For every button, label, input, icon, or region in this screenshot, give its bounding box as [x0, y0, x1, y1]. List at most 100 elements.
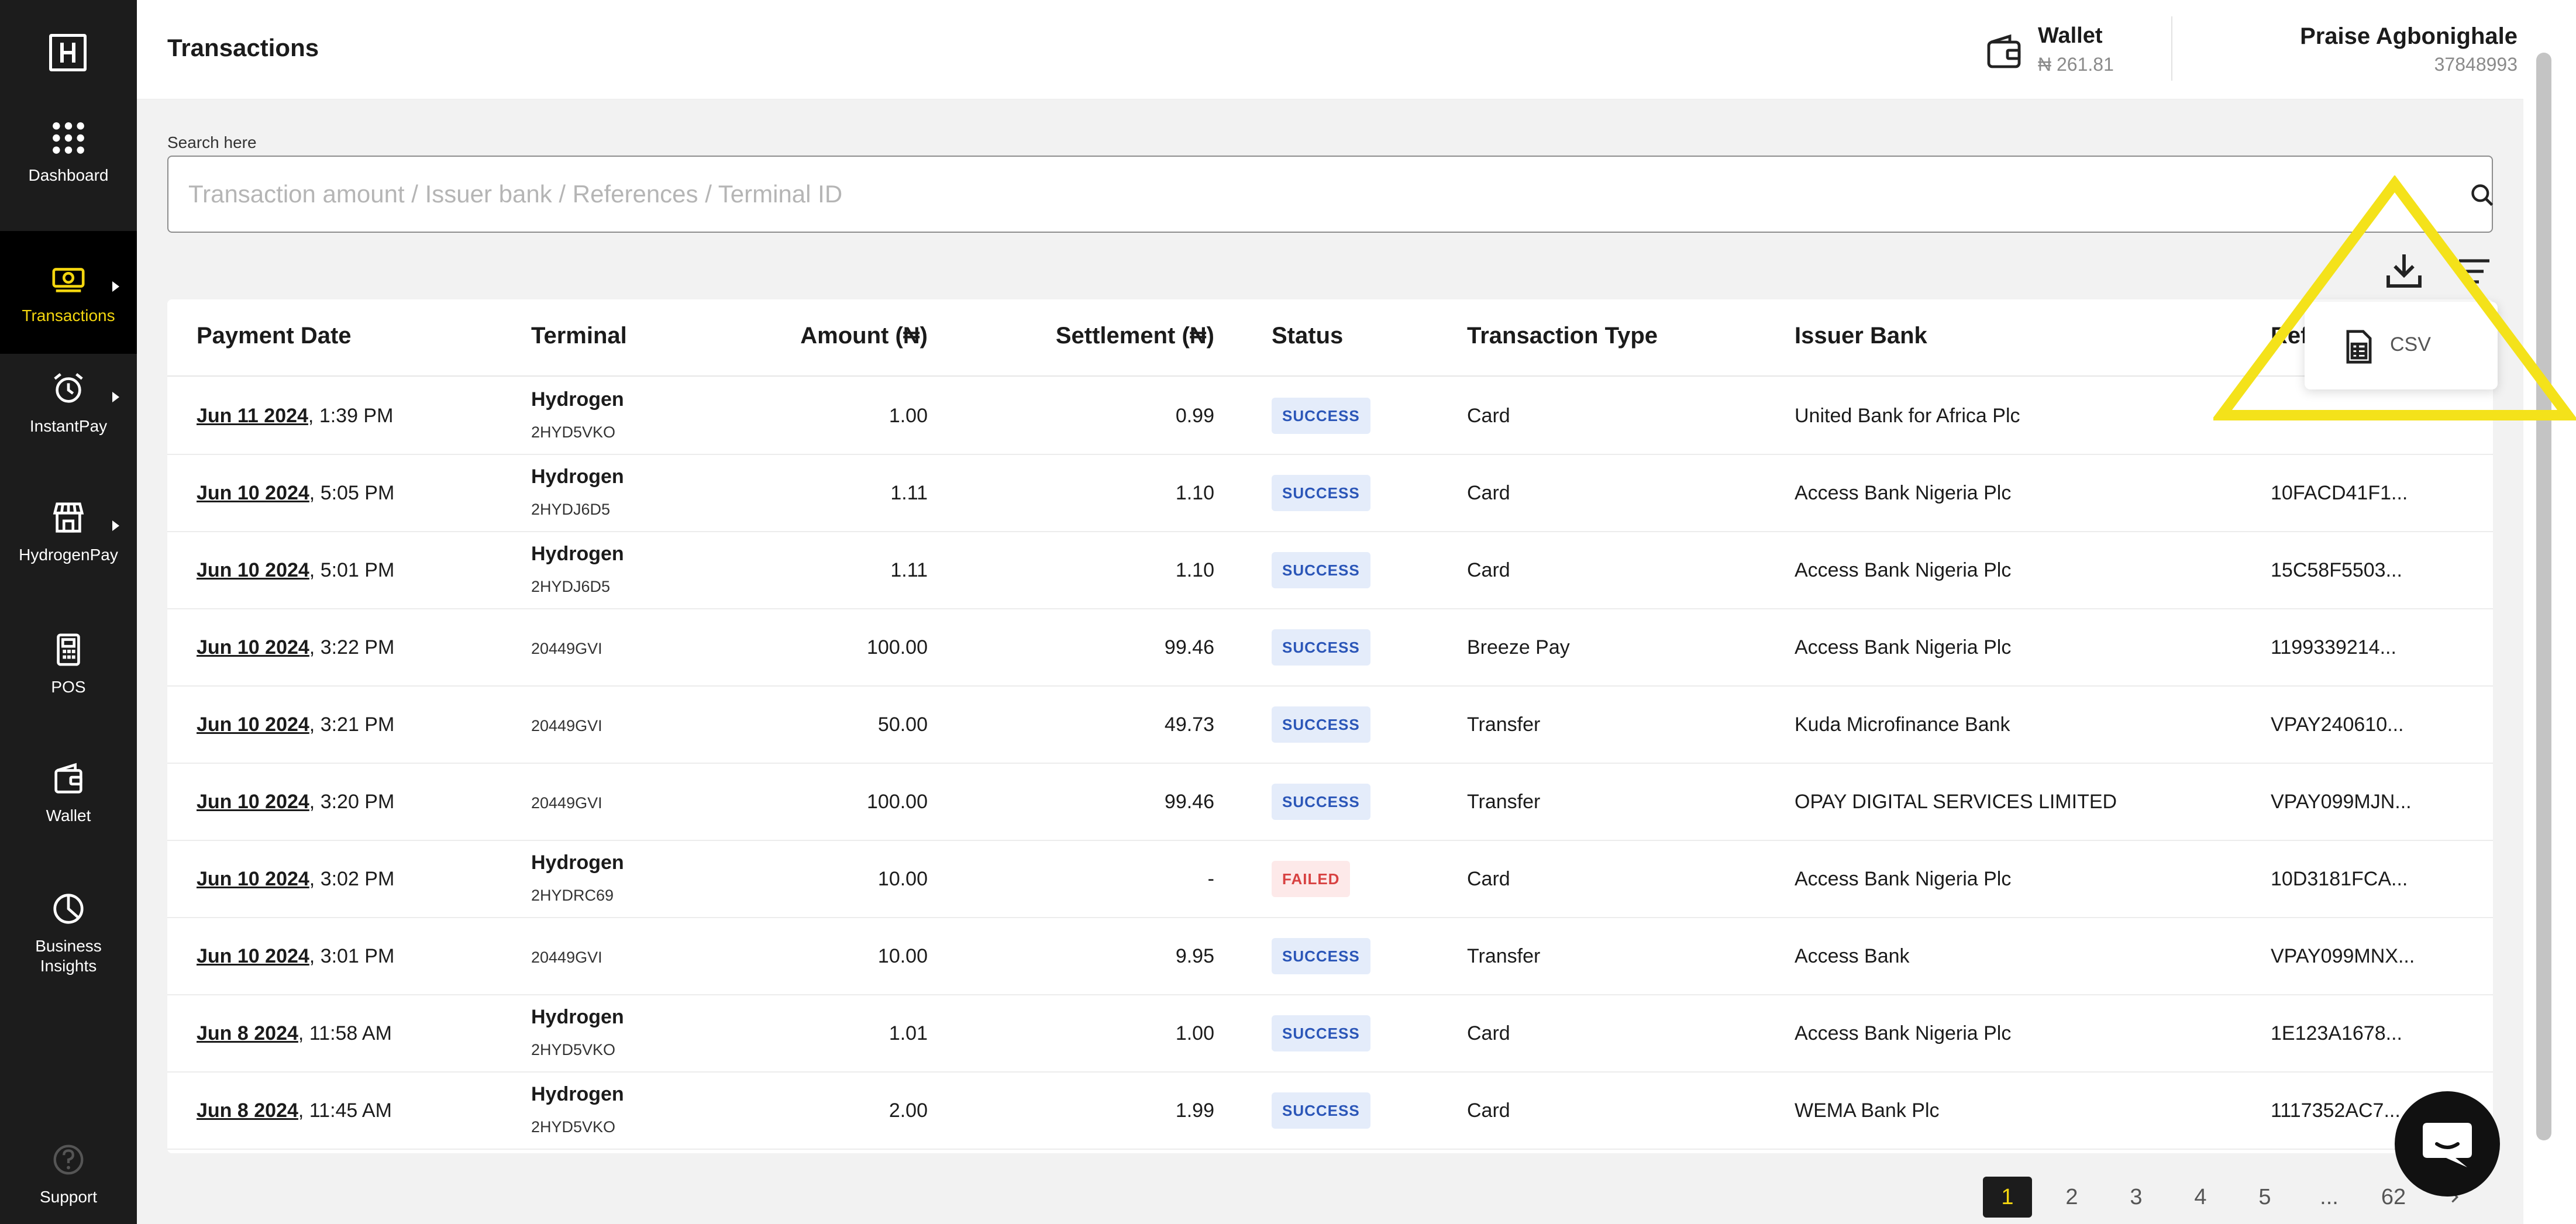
issuer-bank-cell: WEMA Bank Plc	[1795, 1099, 1940, 1122]
payment-date[interactable]: Jun 8 2024	[197, 1022, 298, 1044]
hydrogen-logo-icon[interactable]	[49, 34, 87, 71]
page-button-4[interactable]: 4	[2176, 1177, 2225, 1218]
amount-cell: 10.00	[877, 868, 928, 890]
column-header[interactable]: Settlement (₦)	[980, 323, 1214, 349]
page-title: Transactions	[167, 34, 319, 61]
payment-date-cell: Jun 8 2024, 11:58 AM	[197, 1022, 392, 1045]
transaction-type-cell: Transfer	[1467, 945, 1541, 967]
terminal-name: Hydrogen	[531, 1006, 624, 1028]
table-row[interactable]: Jun 8 2024, 11:45 AM Hydrogen 2HYD5VKO 2…	[167, 1073, 2493, 1150]
search-input[interactable]	[188, 157, 2423, 232]
column-header[interactable]: Status	[1272, 323, 1343, 349]
sidebar-item-hydrogenpay[interactable]: HydrogenPay	[0, 470, 137, 593]
table-row[interactable]: Jun 10 2024, 5:01 PM Hydrogen 2HYDJ6D5 1…	[167, 532, 2493, 609]
column-header[interactable]: Transaction Type	[1467, 323, 1658, 349]
sidebar-item-business-insights[interactable]: Business Insights	[0, 871, 137, 994]
column-header[interactable]: Issuer Bank	[1795, 323, 1927, 349]
settlement-cell: 0.99	[1175, 405, 1214, 427]
amount-cell: 50.00	[877, 713, 928, 736]
transaction-type-cell: Breeze Pay	[1467, 636, 1570, 658]
transaction-type-cell: Transfer	[1467, 791, 1541, 813]
export-csv-option[interactable]: CSV	[2305, 302, 2498, 389]
chat-button[interactable]	[2395, 1091, 2500, 1197]
table-row[interactable]: Jun 8 2024, 11:58 AM Hydrogen 2HYD5VKO 1…	[167, 995, 2493, 1073]
header-divider	[2171, 16, 2172, 81]
terminal-id: 20449GVI	[531, 949, 602, 966]
payment-date[interactable]: Jun 10 2024	[197, 713, 309, 736]
page-button-5[interactable]: 5	[2240, 1177, 2289, 1218]
table-row[interactable]: Jun 10 2024, 3:22 PM 20449GVI 100.00 99.…	[167, 609, 2493, 687]
payment-time: , 3:22 PM	[309, 636, 395, 658]
terminal-id: 2HYD5VKO	[531, 423, 616, 441]
column-header[interactable]: Ref	[2271, 323, 2308, 349]
settlement-cell: 99.46	[1164, 636, 1214, 658]
amount-cell: 1.11	[890, 482, 928, 504]
terminal-id: 2HYDJ6D5	[531, 578, 611, 595]
search-box	[167, 156, 2495, 233]
page-button-1[interactable]: 1	[1983, 1177, 2032, 1218]
payment-time: , 1:39 PM	[308, 405, 394, 427]
scrollbar-thumb[interactable]	[2536, 53, 2551, 1140]
amount-cell: 100.00	[867, 791, 928, 813]
table-row[interactable]: Jun 10 2024, 3:02 PM Hydrogen 2HYDRC69 1…	[167, 841, 2493, 918]
sidebar-item-transactions[interactable]: Transactions	[0, 231, 137, 354]
page-button-3[interactable]: 3	[2112, 1177, 2161, 1218]
transaction-type-cell: Card	[1467, 405, 1510, 427]
user-name: Praise Agbonighale	[2300, 23, 2518, 49]
payment-date-cell: Jun 10 2024, 3:22 PM	[197, 636, 394, 659]
payment-time: , 5:01 PM	[309, 559, 395, 581]
status-badge: SUCCESS	[1272, 1015, 1370, 1051]
payment-date[interactable]: Jun 11 2024	[197, 405, 308, 427]
column-header[interactable]: Payment Date	[197, 323, 352, 349]
table-row[interactable]: Jun 10 2024, 3:21 PM 20449GVI 50.00 49.7…	[167, 687, 2493, 764]
search-icon[interactable]	[2470, 182, 2495, 208]
transaction-type-cell: Card	[1467, 1022, 1510, 1044]
grid-icon	[49, 119, 88, 157]
sidebar-item-pos[interactable]: POS	[0, 602, 137, 725]
terminal-id: 2HYDJ6D5	[531, 501, 611, 518]
terminal-id: 20449GVI	[531, 794, 602, 812]
sidebar-item-wallet[interactable]: Wallet	[0, 731, 137, 854]
issuer-bank-cell: Access Bank Nigeria Plc	[1795, 1022, 2012, 1044]
payment-date[interactable]: Jun 10 2024	[197, 945, 309, 967]
sidebar-item-instantpay[interactable]: InstantPay	[0, 342, 137, 464]
sidebar-item-support[interactable]: Support	[0, 1130, 137, 1218]
page-button-last[interactable]: 62	[2369, 1177, 2418, 1218]
transaction-type-cell: Card	[1467, 1099, 1510, 1122]
payment-date[interactable]: Jun 10 2024	[197, 482, 309, 504]
issuer-bank-cell: United Bank for Africa Plc	[1795, 405, 2020, 427]
payment-date[interactable]: Jun 8 2024	[197, 1099, 298, 1122]
reference-cell: 1199339214...	[2271, 636, 2396, 658]
column-header[interactable]: Terminal	[531, 323, 627, 349]
payment-date[interactable]: Jun 10 2024	[197, 636, 309, 658]
status-badge: SUCCESS	[1272, 629, 1370, 666]
page-button-2[interactable]: 2	[2047, 1177, 2096, 1218]
table-row[interactable]: Jun 10 2024, 3:01 PM 20449GVI 10.00 9.95…	[167, 918, 2493, 995]
wallet-summary[interactable]: Wallet ₦ 261.81	[1985, 21, 2143, 80]
issuer-bank-cell: Access Bank Nigeria Plc	[1795, 636, 2012, 658]
payment-date-cell: Jun 10 2024, 3:21 PM	[197, 713, 394, 736]
pos-terminal-icon	[49, 630, 88, 669]
status-badge: SUCCESS	[1272, 398, 1370, 434]
table-row[interactable]: Jun 10 2024, 3:20 PM 20449GVI 100.00 99.…	[167, 764, 2493, 841]
payment-date-cell: Jun 8 2024, 11:45 AM	[197, 1099, 392, 1122]
table-row[interactable]: Jun 11 2024, 1:39 PM Hydrogen 2HYD5VKO 1…	[167, 378, 2493, 455]
payment-time: , 11:58 AM	[298, 1022, 392, 1044]
download-icon[interactable]	[2383, 249, 2425, 291]
reference-cell: 10FACD41F1...	[2271, 482, 2408, 504]
filter-icon[interactable]	[2457, 254, 2492, 289]
payment-date[interactable]: Jun 10 2024	[197, 791, 309, 813]
terminal-name: Hydrogen	[531, 388, 624, 411]
table-row[interactable]: Jun 10 2024, 5:05 PM Hydrogen 2HYDJ6D5 1…	[167, 455, 2493, 532]
status-badge: SUCCESS	[1272, 552, 1370, 588]
settlement-cell: 99.46	[1164, 791, 1214, 813]
reference-cell: 1E123A1678...	[2271, 1022, 2402, 1044]
payment-date[interactable]: Jun 10 2024	[197, 559, 309, 581]
sidebar-item-dashboard[interactable]: Dashboard	[0, 91, 137, 213]
status-badge: SUCCESS	[1272, 938, 1370, 974]
settlement-cell: 1.10	[1175, 559, 1214, 581]
status-badge: SUCCESS	[1272, 1092, 1370, 1129]
column-header[interactable]: Amount (₦)	[752, 323, 928, 349]
payment-date[interactable]: Jun 10 2024	[197, 868, 309, 890]
search-label: Search here	[167, 133, 257, 151]
